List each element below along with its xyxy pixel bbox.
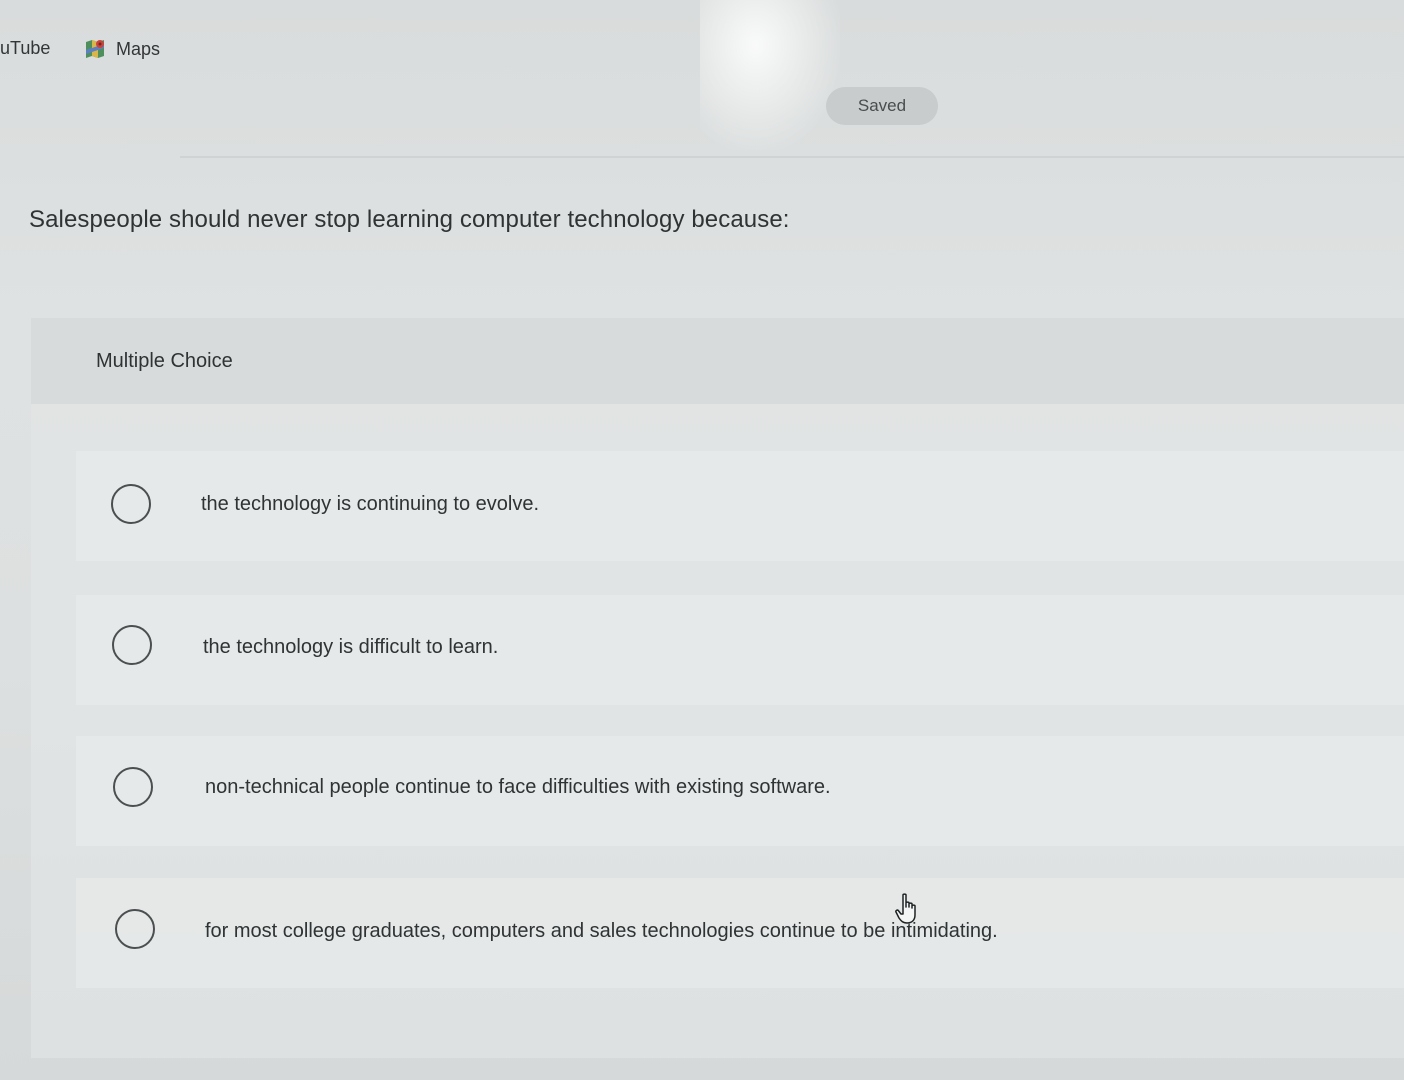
radio-button[interactable] bbox=[113, 767, 153, 807]
hand-pointer-icon bbox=[895, 893, 921, 925]
question-type-label: Multiple Choice bbox=[96, 350, 233, 372]
saved-status-label: Saved bbox=[857, 96, 907, 115]
question-prompt: Salespeople should never stop learning c… bbox=[29, 206, 790, 233]
screen-glare bbox=[700, 0, 840, 150]
header-divider bbox=[180, 156, 1404, 158]
bookmarks-bar: uTube Maps bbox=[0, 28, 600, 72]
bookmark-youtube-label: uTube bbox=[0, 38, 51, 58]
radio-button[interactable] bbox=[112, 625, 152, 665]
radio-button[interactable] bbox=[111, 484, 151, 524]
bookmark-maps[interactable]: Maps bbox=[84, 38, 160, 60]
answer-option-2[interactable]: the technology is difficult to learn. bbox=[76, 595, 1404, 705]
answer-option-3[interactable]: non-technical people continue to face di… bbox=[76, 736, 1404, 846]
card-header: Multiple Choice bbox=[31, 318, 1404, 404]
bookmark-youtube[interactable]: uTube bbox=[0, 38, 50, 59]
answer-option-4[interactable]: for most college graduates, computers an… bbox=[76, 878, 1404, 988]
radio-button[interactable] bbox=[115, 909, 155, 949]
answer-option-label: for most college graduates, computers an… bbox=[205, 920, 998, 942]
answer-option-label: the technology is continuing to evolve. bbox=[201, 493, 539, 515]
google-maps-icon bbox=[84, 38, 106, 60]
answer-option-label: non-technical people continue to face di… bbox=[205, 776, 831, 798]
bookmark-maps-label: Maps bbox=[116, 38, 161, 59]
saved-status-badge: Saved bbox=[826, 87, 938, 125]
multiple-choice-card: Multiple Choice the technology is contin… bbox=[31, 318, 1404, 1058]
answer-option-label: the technology is difficult to learn. bbox=[203, 636, 499, 658]
answer-option-1[interactable]: the technology is continuing to evolve. bbox=[76, 451, 1404, 561]
